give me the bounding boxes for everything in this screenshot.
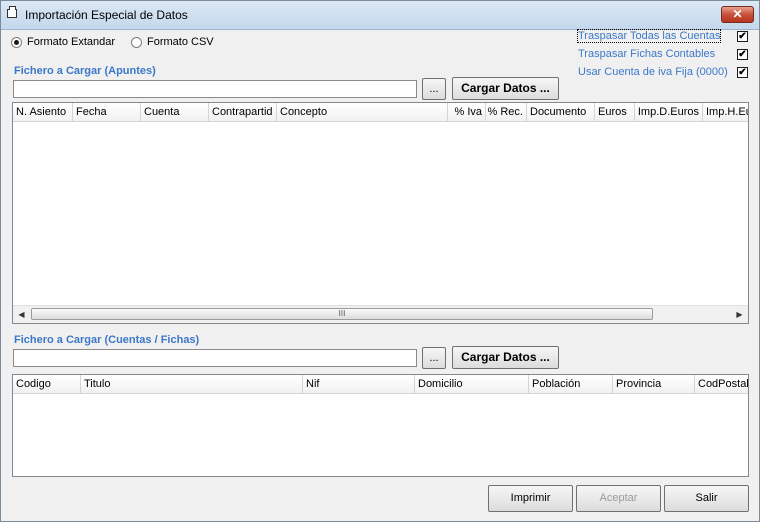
option-label: Traspasar Fichas Contables <box>578 48 716 60</box>
column-header[interactable]: CodPostal <box>695 375 748 393</box>
column-header[interactable]: % Rec. <box>486 103 527 121</box>
checkbox-checked-icon[interactable]: ✔ <box>737 49 748 60</box>
apuntes-file-input[interactable] <box>13 80 417 98</box>
column-header[interactable]: Imp.D.Euros <box>635 103 703 121</box>
option-traspasar-cuentas[interactable]: Traspasar Todas las Cuentas ✔ <box>576 29 750 44</box>
radio-label: Formato Extandar <box>27 36 116 48</box>
cuentas-grid[interactable]: Codigo Titulo Nif Domicilio Población Pr… <box>12 374 749 477</box>
print-button[interactable]: Imprimir <box>488 485 573 512</box>
option-cuenta-iva-fija[interactable]: Usar Cuenta de iva Fija (0000) ✔ <box>578 66 750 80</box>
apuntes-horizontal-scrollbar[interactable]: ◀ III ▶ <box>13 305 748 323</box>
column-header[interactable]: Titulo <box>81 375 303 393</box>
column-header[interactable]: Documento <box>527 103 595 121</box>
column-header[interactable]: Euros <box>595 103 635 121</box>
cuentas-browse-button[interactable]: ... <box>422 347 446 369</box>
column-header[interactable]: Fecha <box>73 103 141 121</box>
radio-unselected-icon <box>131 37 142 48</box>
title-bar: Importación Especial de Datos ✕ <box>1 1 759 30</box>
column-header[interactable]: N. Asiento <box>13 103 73 121</box>
option-label: Usar Cuenta de iva Fija (0000) <box>578 66 728 78</box>
scroll-left-icon[interactable]: ◀ <box>13 306 30 323</box>
column-header[interactable]: Cuenta <box>141 103 209 121</box>
option-traspasar-fichas[interactable]: Traspasar Fichas Contables ✔ <box>578 48 750 62</box>
column-header[interactable]: Nif <box>303 375 415 393</box>
window-icon <box>7 6 17 18</box>
column-header[interactable]: Provincia <box>613 375 695 393</box>
cuentas-file-input[interactable] <box>13 349 417 367</box>
column-header[interactable]: % Iva <box>448 103 486 121</box>
exit-button[interactable]: Salir <box>664 485 749 512</box>
column-header[interactable]: Imp.H.Eu <box>703 103 748 121</box>
close-button[interactable]: ✕ <box>721 6 754 23</box>
column-header[interactable]: Codigo <box>13 375 81 393</box>
apuntes-grid[interactable]: N. Asiento Fecha Cuenta Contrapartid Con… <box>12 102 749 324</box>
apuntes-grid-header: N. Asiento Fecha Cuenta Contrapartid Con… <box>13 103 748 122</box>
window-title: Importación Especial de Datos <box>25 8 188 22</box>
radio-label: Formato CSV <box>147 36 214 48</box>
apuntes-load-button[interactable]: Cargar Datos ... <box>452 77 559 100</box>
cuentas-file-label: Fichero a Cargar (Cuentas / Fichas) <box>14 334 200 346</box>
column-header[interactable]: Población <box>529 375 613 393</box>
checkbox-checked-icon[interactable]: ✔ <box>737 67 748 78</box>
scroll-thumb[interactable]: III <box>31 308 653 320</box>
checkbox-checked-icon[interactable]: ✔ <box>737 31 748 42</box>
cuentas-load-button[interactable]: Cargar Datos ... <box>452 346 559 369</box>
column-header[interactable]: Domicilio <box>415 375 529 393</box>
import-dialog: Importación Especial de Datos ✕ Formato … <box>0 0 760 522</box>
option-label: Traspasar Todas las Cuentas <box>576 29 722 43</box>
apuntes-browse-button[interactable]: ... <box>422 78 446 100</box>
column-header[interactable]: Concepto <box>277 103 448 121</box>
apuntes-file-label: Fichero a Cargar (Apuntes) <box>14 65 156 77</box>
scroll-right-icon[interactable]: ▶ <box>731 306 748 323</box>
column-header[interactable]: Contrapartid <box>209 103 277 121</box>
cuentas-grid-header: Codigo Titulo Nif Domicilio Población Pr… <box>13 375 748 394</box>
accept-button[interactable]: Aceptar <box>576 485 661 512</box>
radio-selected-icon <box>11 37 22 48</box>
